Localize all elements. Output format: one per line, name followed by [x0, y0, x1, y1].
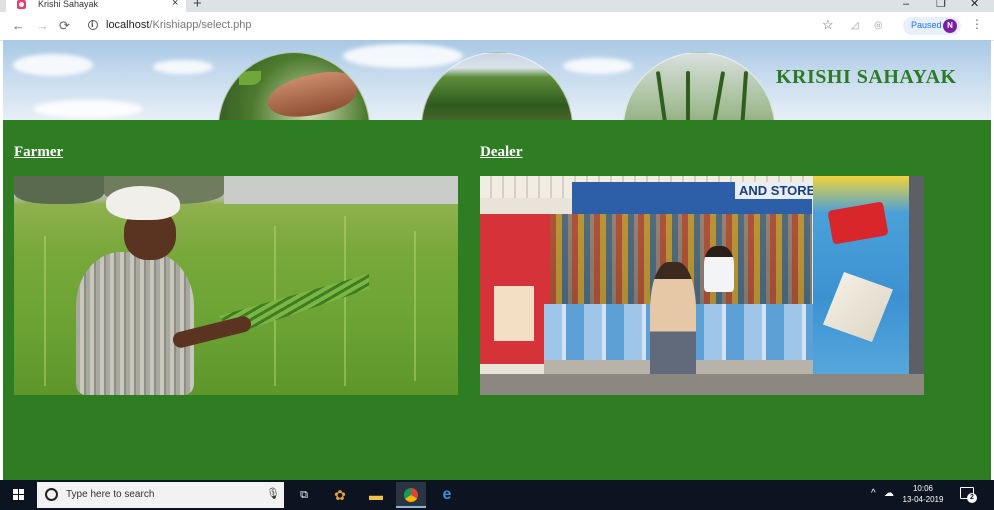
- favicon-icon: [17, 0, 26, 9]
- app-icon[interactable]: ✿: [325, 482, 355, 508]
- close-window-button[interactable]: ✕: [970, 0, 979, 10]
- windows-taskbar: Type here to search 🎙 ⧉ ✿ ▬ e ^ ☁ 10:06 …: [0, 480, 994, 510]
- bookmark-star-icon[interactable]: ☆: [822, 17, 834, 33]
- clock-date: 13-04-2019: [902, 495, 944, 504]
- hand-shape: [263, 66, 361, 120]
- selection-panel: Farmer Dealer AND STORES: [3, 120, 991, 480]
- crop-blade: [739, 70, 749, 120]
- cloud: [563, 58, 633, 74]
- farmer-shirt: [76, 252, 194, 395]
- minimize-button[interactable]: –: [903, 0, 909, 10]
- notification-count: 2: [967, 493, 977, 503]
- tab-strip: Krishi Sahayak × + – ❐ ✕: [0, 0, 994, 12]
- browser-menu-icon[interactable]: ⋮: [971, 17, 983, 31]
- restore-button[interactable]: ❐: [936, 0, 946, 10]
- browser-tab[interactable]: Krishi Sahayak ×: [6, 0, 186, 12]
- customer: [650, 262, 696, 382]
- grass-streak: [414, 231, 416, 381]
- cast-icon[interactable]: ◿: [851, 20, 859, 32]
- grass-streak: [344, 216, 346, 386]
- crop-blade: [655, 71, 669, 120]
- notification-icon[interactable]: 2: [960, 487, 977, 503]
- header-banner: KRISHI SAHAYAK: [3, 40, 991, 120]
- shopkeeper: [704, 246, 734, 292]
- network-icon[interactable]: ☁: [884, 488, 894, 500]
- background-wall: [224, 176, 458, 204]
- cloud: [343, 44, 463, 68]
- grass-streak: [44, 236, 46, 386]
- profile-status: Paused: [911, 20, 942, 30]
- shop-ground: [480, 374, 924, 395]
- clock-time: 10:06: [912, 484, 934, 493]
- cloud: [33, 100, 143, 118]
- farmer-turban: [106, 186, 180, 220]
- shop-side-wall: [909, 176, 924, 395]
- omnibox[interactable]: localhost/Krishiapp/select.php ☆: [78, 16, 838, 36]
- cortana-icon: [45, 488, 58, 501]
- farmer-photo[interactable]: [14, 176, 458, 395]
- crop-closeup-image: [623, 52, 775, 120]
- cloud: [153, 60, 213, 74]
- microphone-icon[interactable]: 🎙: [266, 487, 280, 500]
- crop-blade: [710, 71, 726, 120]
- chrome-icon[interactable]: [396, 482, 426, 508]
- shop-photo[interactable]: AND STORES: [480, 176, 924, 395]
- url-text[interactable]: localhost/Krishiapp/select.php: [106, 19, 252, 31]
- seedling-hand-image: [218, 52, 370, 120]
- task-view-icon[interactable]: ⧉: [289, 482, 319, 508]
- url-path: /Krishiapp/select.php: [149, 19, 252, 31]
- forward-button[interactable]: →: [36, 19, 49, 33]
- cloud: [13, 54, 93, 76]
- profile-button[interactable]: Paused N: [903, 17, 961, 35]
- farmer-link[interactable]: Farmer: [14, 144, 63, 161]
- taskbar-clock[interactable]: 10:06 13-04-2019: [900, 483, 946, 505]
- url-host: localhost: [106, 19, 150, 31]
- taskbar-search-box[interactable]: Type here to search 🎙: [37, 482, 284, 508]
- tab-title: Krishi Sahayak: [38, 0, 99, 9]
- reload-button[interactable]: ⟳: [59, 19, 70, 33]
- tab-close-button[interactable]: ×: [172, 0, 178, 9]
- dealer-link[interactable]: Dealer: [480, 144, 522, 161]
- back-button[interactable]: ←: [12, 19, 25, 33]
- sprout-shape: [239, 71, 261, 85]
- address-bar-row: ← → ⟳ localhost/Krishiapp/select.php ☆ ◿…: [0, 12, 994, 41]
- avatar: N: [943, 19, 957, 33]
- crop-blade: [686, 71, 690, 120]
- file-explorer-icon[interactable]: ▬: [361, 482, 391, 508]
- tree-line: [14, 176, 104, 204]
- edge-icon[interactable]: e: [432, 482, 462, 508]
- tray-chevron-icon[interactable]: ^: [871, 488, 876, 500]
- shop-left-poster: [494, 286, 534, 341]
- search-placeholder: Type here to search: [66, 489, 155, 500]
- windows-start-icon[interactable]: [13, 489, 25, 501]
- brand-title: KRISHI SAHAYAK: [776, 66, 957, 88]
- extension-icon[interactable]: ◎: [874, 20, 883, 32]
- site-info-icon[interactable]: [88, 20, 98, 30]
- new-tab-button[interactable]: +: [193, 0, 202, 11]
